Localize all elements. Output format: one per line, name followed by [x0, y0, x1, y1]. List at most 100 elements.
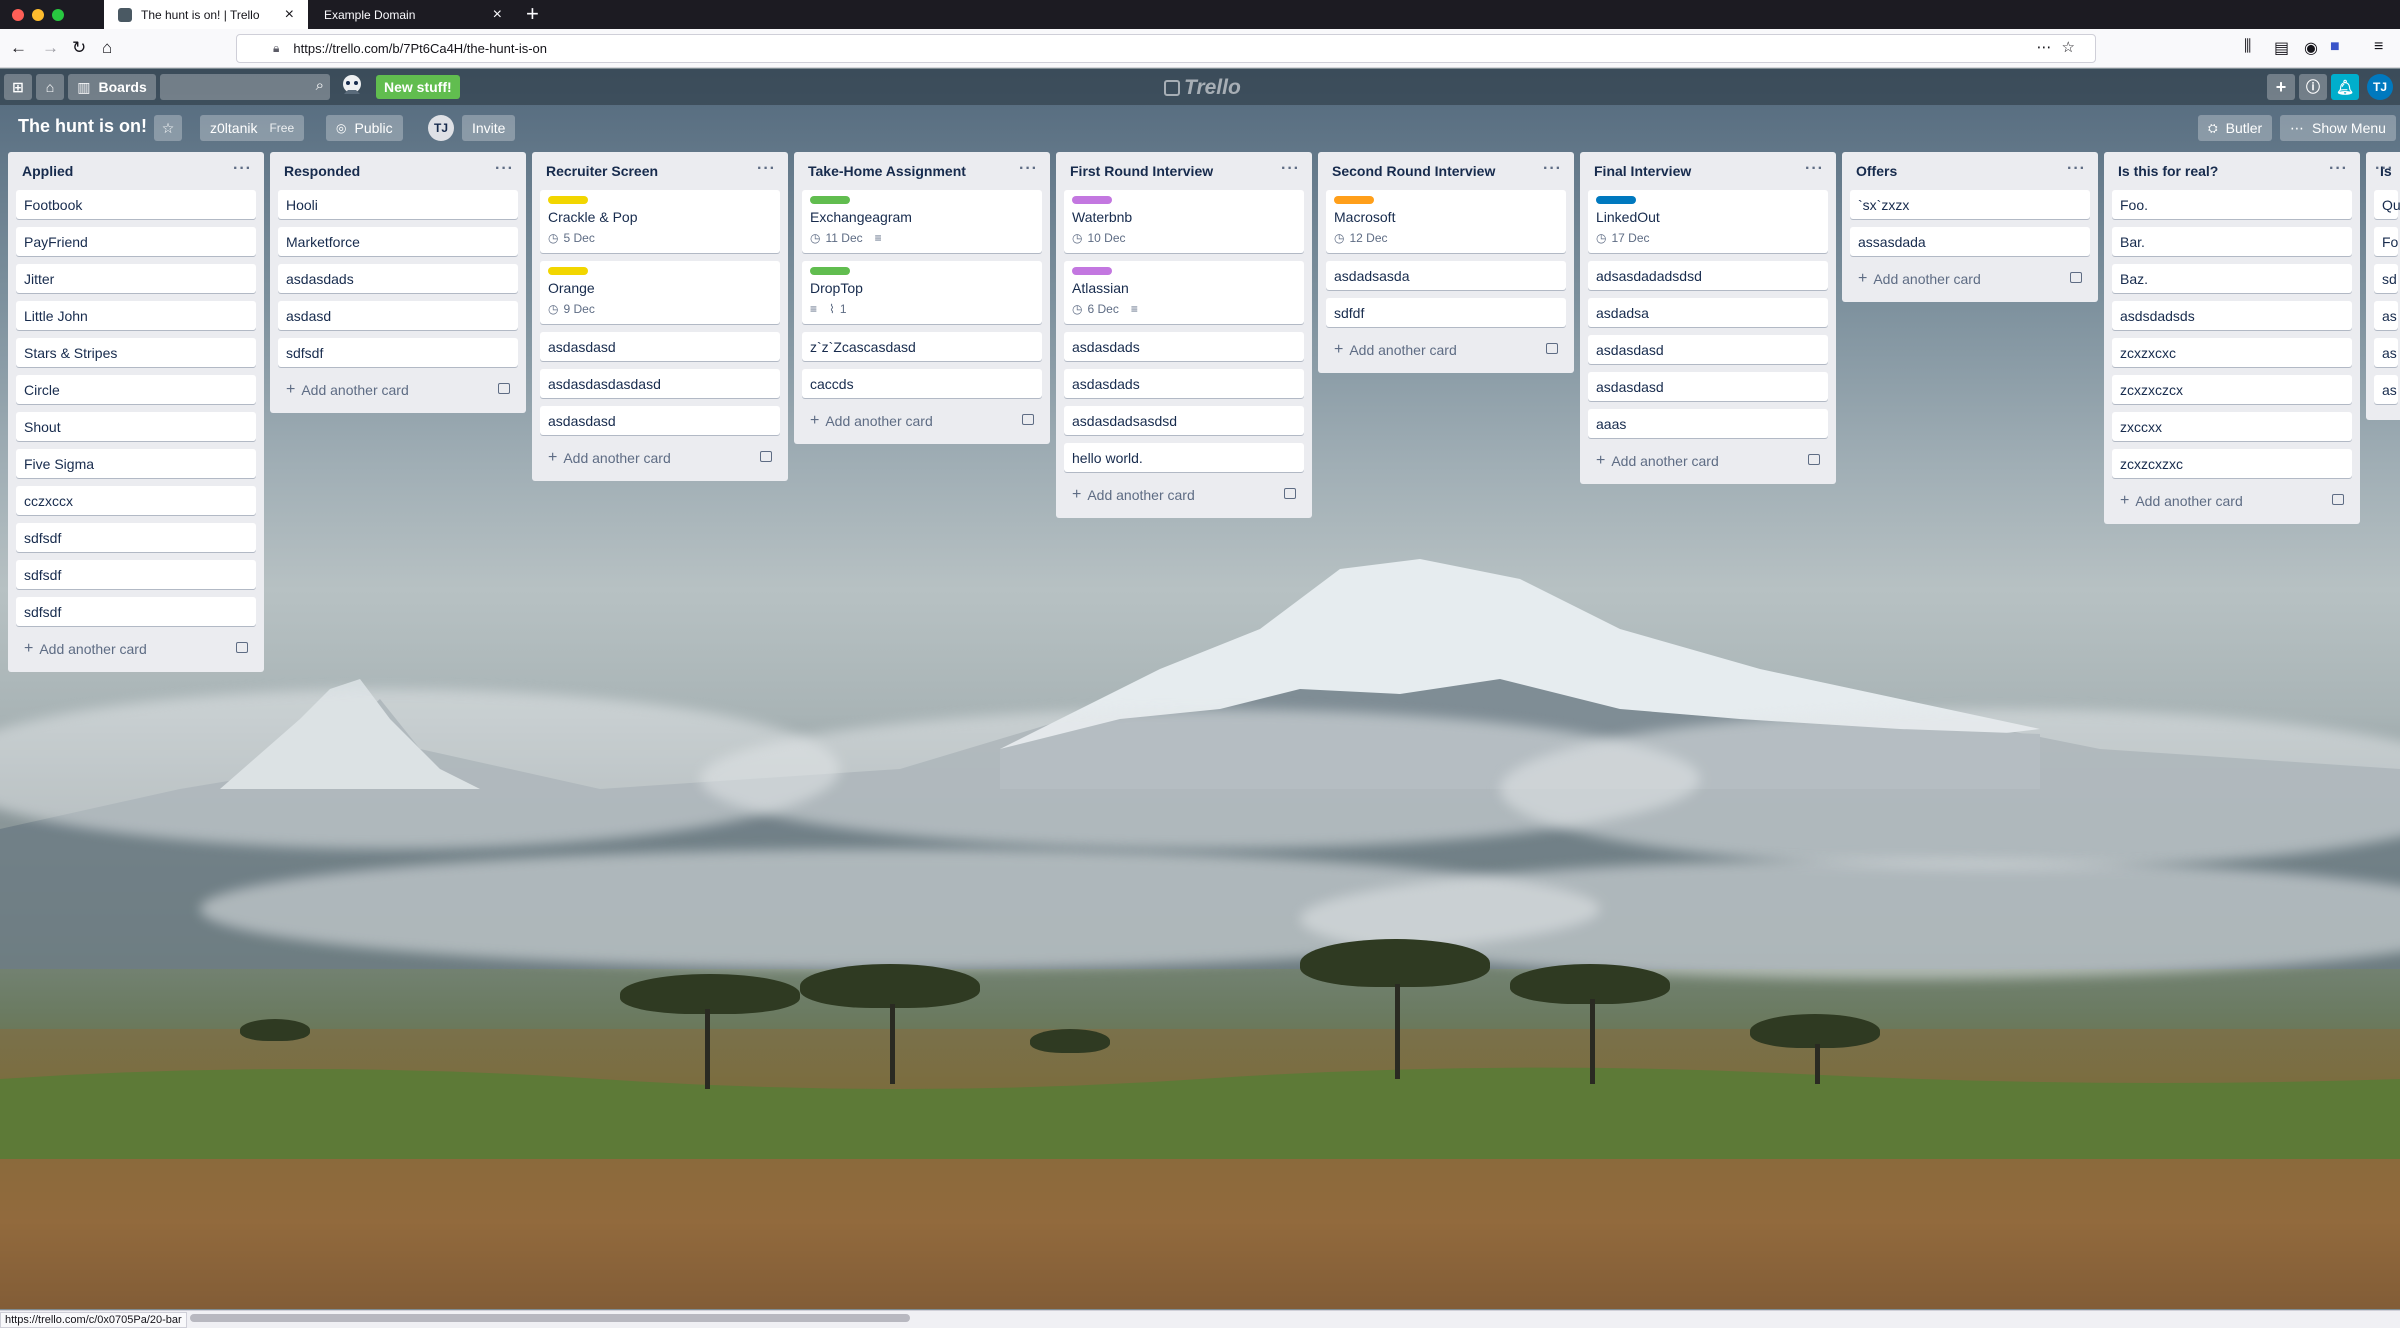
add-card-button[interactable]: + Add another card [278, 375, 518, 405]
list-menu-icon[interactable]: ··· [1281, 160, 1300, 178]
list-menu-icon[interactable]: ··· [495, 160, 514, 178]
card[interactable]: `sx`zxzx [1850, 190, 2090, 219]
card[interactable]: LinkedOut ◷ 17 Dec [1588, 190, 1828, 253]
card[interactable]: Macrosoft ◷ 12 Dec [1326, 190, 1566, 253]
list-header[interactable]: Take-Home Assignment ··· [802, 152, 1042, 190]
card[interactable]: sd [2374, 264, 2398, 293]
card-template-icon[interactable] [498, 383, 510, 394]
card[interactable]: Exchangeagram ◷ 11 Dec ≡ [802, 190, 1042, 253]
card-label[interactable] [1334, 196, 1374, 204]
list-menu-icon[interactable]: ··· [1019, 160, 1038, 178]
card[interactable]: Atlassian ◷ 6 Dec ≡ [1064, 261, 1304, 324]
card[interactable]: asdasdasd [1588, 372, 1828, 401]
card[interactable]: Jitter [16, 264, 256, 293]
card[interactable]: asdasdads [1064, 332, 1304, 361]
board-member-avatar[interactable]: TJ [428, 115, 454, 141]
due-date-badge[interactable]: ◷ 5 Dec [548, 231, 595, 245]
card[interactable]: zxccxx [2112, 412, 2352, 441]
card[interactable]: zcxzxcxc [2112, 338, 2352, 367]
due-date-badge[interactable]: ◷ 11 Dec [810, 231, 863, 245]
list-header[interactable]: First Round Interview ··· [1064, 152, 1304, 190]
boards-button[interactable]: ▥ Boards [68, 74, 156, 100]
list[interactable]: Applied ··· Footbook PayFriend Jitter Little … [8, 152, 264, 672]
list-header[interactable]: Responded ··· [278, 152, 518, 190]
user-avatar[interactable]: TJ [2367, 74, 2393, 100]
card[interactable]: sdfsdf [278, 338, 518, 367]
card[interactable]: Fo [2374, 227, 2398, 256]
list-title[interactable]: Second Round Interview [1332, 163, 1495, 179]
card[interactable]: Bar. [2112, 227, 2352, 256]
card[interactable]: cczxccx [16, 486, 256, 515]
due-date-badge[interactable]: ◷ 12 Dec [1334, 231, 1388, 245]
list-title[interactable]: Is this for real? [2118, 163, 2218, 179]
card[interactable]: zcxzcxzxc [2112, 449, 2352, 478]
sidebar-icon[interactable]: ▤ [2274, 38, 2289, 58]
info-icon[interactable]: ⓘ [2299, 74, 2327, 100]
card[interactable]: asdsdadsds [2112, 301, 2352, 330]
card-template-icon[interactable] [1808, 454, 1820, 465]
forward-arrow-icon[interactable]: → [42, 37, 59, 59]
invite-button[interactable]: Invite [462, 115, 516, 141]
list[interactable]: Responded ··· Hooli Marketforce asdasdads asd… [270, 152, 526, 413]
card-template-icon[interactable] [1022, 414, 1034, 425]
list[interactable]: Take-Home Assignment ··· Exchangeagram ◷ 11 … [794, 152, 1050, 444]
list-menu-icon[interactable]: ··· [1543, 160, 1562, 178]
list-menu-icon[interactable]: ··· [757, 160, 776, 178]
minimize-window-button[interactable] [32, 9, 44, 21]
star-board-icon[interactable]: ☆ [154, 115, 182, 141]
card-label[interactable] [810, 196, 850, 204]
add-card-button[interactable]: + Add another card [1064, 480, 1304, 510]
card[interactable]: sdfsdf [16, 597, 256, 626]
list[interactable]: Recruiter Screen ··· Crackle & Pop ◷ 5 Dec Or… [532, 152, 788, 481]
list[interactable]: Is ··· Qu Fo sd as as as [2366, 152, 2400, 420]
list-menu-icon[interactable]: ··· [2375, 160, 2394, 178]
list-header[interactable]: Recruiter Screen ··· [540, 152, 780, 190]
card[interactable]: Foo. [2112, 190, 2352, 219]
card[interactable]: sdfdf [1326, 298, 1566, 327]
card[interactable]: as [2374, 375, 2398, 404]
card[interactable]: asdadsa [1588, 298, 1828, 327]
list-menu-icon[interactable]: ··· [233, 160, 252, 178]
list-header[interactable]: Offers ··· [1850, 152, 2090, 190]
card[interactable]: zcxzxczcx [2112, 375, 2352, 404]
card-label[interactable] [810, 267, 850, 275]
trello-logo[interactable]: Trello [1164, 76, 1241, 100]
add-card-button[interactable]: + Add another card [1588, 446, 1828, 476]
board-horizontal-scrollbar[interactable] [190, 1314, 910, 1322]
card[interactable]: Circle [16, 375, 256, 404]
close-tab-icon[interactable]: × [493, 6, 502, 23]
reload-icon[interactable]: ↻ [72, 37, 86, 59]
card[interactable]: adsasdadadsdsd [1588, 261, 1828, 290]
home-icon[interactable]: ⌂ [102, 37, 112, 59]
card[interactable]: asdasdads [1064, 369, 1304, 398]
notifications-bell-icon[interactable]: 🔔︎ [2331, 74, 2359, 100]
card-template-icon[interactable] [760, 451, 772, 462]
card[interactable]: as [2374, 338, 2398, 367]
list-menu-icon[interactable]: ··· [2329, 160, 2348, 178]
butler-button[interactable]: ⛭ Butler [2198, 115, 2273, 141]
browser-tab-trello[interactable]: The hunt is on! | Trello × [104, 0, 308, 29]
list-title[interactable]: Applied [22, 163, 73, 179]
card-template-icon[interactable] [2070, 272, 2082, 283]
list-title[interactable]: Final Interview [1594, 163, 1691, 179]
card-template-icon[interactable] [1284, 488, 1296, 499]
due-date-badge[interactable]: ◷ 17 Dec [1596, 231, 1650, 245]
list[interactable]: Offers ··· `sx`zxzx assasdada + Add another c… [1842, 152, 2098, 302]
card[interactable]: asdasdadsasdsd [1064, 406, 1304, 435]
card[interactable]: asdasd [278, 301, 518, 330]
card[interactable]: sdfsdf [16, 523, 256, 552]
add-card-button[interactable]: + Add another card [1850, 264, 2090, 294]
card[interactable]: Marketforce [278, 227, 518, 256]
new-tab-button[interactable]: + [526, 2, 539, 26]
browser-tab-example[interactable]: Example Domain × [310, 0, 516, 29]
list-title[interactable]: Offers [1856, 163, 1897, 179]
card-label[interactable] [1072, 267, 1112, 275]
card[interactable]: Baz. [2112, 264, 2352, 293]
card[interactable]: hello world. [1064, 443, 1304, 472]
list-menu-icon[interactable]: ··· [1805, 160, 1824, 178]
library-icon[interactable]: ⫼ [2244, 38, 2251, 56]
card-label[interactable] [548, 267, 588, 275]
card[interactable]: PayFriend [16, 227, 256, 256]
card[interactable]: asdasdasd [540, 406, 780, 435]
create-plus-icon[interactable]: + [2267, 74, 2295, 100]
